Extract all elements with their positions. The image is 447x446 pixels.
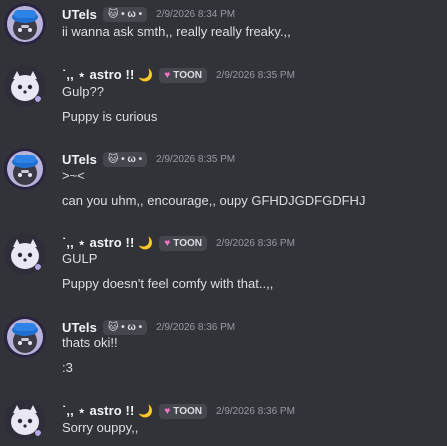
message-text: Sorry ouppy,, (62, 420, 139, 435)
user-tag[interactable]: 🐱 • ω • (102, 319, 148, 335)
username[interactable]: ˙,, ⋆ astro !! (62, 403, 134, 419)
username[interactable]: UTels (62, 7, 97, 22)
user-tag[interactable]: 🐱 • ω • (102, 6, 148, 22)
blue-hat-character-avatar-icon (4, 3, 46, 45)
message-text: Puppy doesn't feel comfy with that..,, (62, 276, 274, 291)
message-text: :3 (62, 360, 73, 375)
avatar-utels[interactable] (4, 316, 46, 358)
user-tag-label: 🐱 • ω • (107, 153, 143, 165)
user-tag[interactable]: ♥ TOON (159, 403, 207, 419)
avatar-astro[interactable] (4, 399, 46, 441)
timestamp[interactable]: 2/9/2026 8:35 PM (216, 70, 295, 81)
blue-hat-character-avatar-icon (4, 316, 46, 358)
moon-icon: 🌙 (138, 404, 154, 418)
chat-message-list: UTels 🐱 • ω • 2/9/2026 8:34 PM ii wanna … (0, 0, 447, 446)
user-tag-label: TOON (173, 237, 202, 249)
username[interactable]: ˙,, ⋆ astro !! (62, 67, 134, 83)
user-tag[interactable]: 🐱 • ω • (102, 151, 148, 167)
message-text: ii wanna ask smth,, really really freaky… (62, 24, 291, 39)
blue-hat-character-avatar-icon (4, 148, 46, 190)
message-text: GULP (62, 251, 98, 266)
timestamp[interactable]: 2/9/2026 8:34 PM (156, 9, 235, 20)
timestamp[interactable]: 2/9/2026 8:36 PM (216, 238, 295, 249)
heart-icon: ♥ (164, 405, 171, 417)
message-text: thats oki!! (62, 335, 118, 350)
message-header: UTels 🐱 • ω • 2/9/2026 8:34 PM (62, 5, 235, 23)
heart-icon: ♥ (164, 69, 171, 81)
avatar-utels[interactable] (4, 3, 46, 45)
avatar-utels[interactable] (4, 148, 46, 190)
username[interactable]: UTels (62, 152, 97, 167)
user-tag-label: 🐱 • ω • (107, 8, 143, 20)
timestamp[interactable]: 2/9/2026 8:35 PM (156, 154, 235, 165)
user-tag[interactable]: ♥ TOON (159, 67, 207, 83)
message-text: Gulp?? (62, 84, 104, 99)
moon-icon: 🌙 (138, 68, 154, 82)
timestamp[interactable]: 2/9/2026 8:36 PM (156, 322, 235, 333)
heart-icon: ♥ (164, 237, 171, 249)
message-header: ˙,, ⋆ astro !! 🌙 ♥ TOON 2/9/2026 8:36 PM (62, 234, 295, 252)
user-tag-label: TOON (173, 405, 202, 417)
message-text: >~< (62, 168, 85, 183)
ghost-puppy-avatar-icon (4, 399, 46, 441)
username[interactable]: UTels (62, 320, 97, 335)
message-header: ˙,, ⋆ astro !! 🌙 ♥ TOON 2/9/2026 8:36 PM (62, 402, 295, 420)
message-text: can you uhm,, encourage,, oupy GFHDJGDFG… (62, 193, 366, 208)
moon-icon: 🌙 (138, 236, 154, 250)
message-header: UTels 🐱 • ω • 2/9/2026 8:36 PM (62, 318, 235, 336)
message-text: Puppy is curious (62, 109, 158, 124)
avatar-astro[interactable] (4, 233, 46, 275)
ghost-puppy-avatar-icon (4, 65, 46, 107)
user-tag[interactable]: ♥ TOON (159, 235, 207, 251)
user-tag-label: TOON (173, 69, 202, 81)
message-header: UTels 🐱 • ω • 2/9/2026 8:35 PM (62, 150, 235, 168)
timestamp[interactable]: 2/9/2026 8:36 PM (216, 406, 295, 417)
message-header: ˙,, ⋆ astro !! 🌙 ♥ TOON 2/9/2026 8:35 PM (62, 66, 295, 84)
username[interactable]: ˙,, ⋆ astro !! (62, 235, 134, 251)
avatar-astro[interactable] (4, 65, 46, 107)
ghost-puppy-avatar-icon (4, 233, 46, 275)
user-tag-label: 🐱 • ω • (107, 321, 143, 333)
